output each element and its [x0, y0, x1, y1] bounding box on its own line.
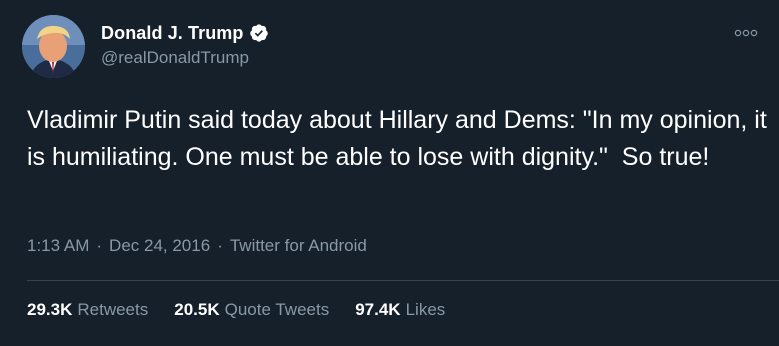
quote-tweets-label: Quote Tweets	[224, 300, 330, 319]
display-name[interactable]: Donald J. Trump	[101, 23, 244, 44]
tweet-source[interactable]: Twitter for Android	[230, 236, 367, 256]
likes-stat[interactable]: 97.4K Likes	[355, 300, 445, 320]
tweet-text: Vladimir Putin said today about Hillary …	[27, 106, 774, 171]
tweet-card: Donald J. Trump @realDonaldTrump Vladimi…	[0, 0, 779, 346]
meta-separator: ·	[96, 236, 103, 255]
divider	[27, 280, 779, 281]
name-row: Donald J. Trump	[101, 22, 269, 44]
tweet-meta: 1:13 AM · Dec 24, 2016 · Twitter for And…	[27, 236, 367, 256]
avatar-image	[22, 15, 85, 78]
quote-tweets-count: 20.5K	[174, 300, 220, 319]
tweet-time[interactable]: 1:13 AM	[27, 236, 89, 256]
tweet-stats: 29.3K Retweets 20.5K Quote Tweets 97.4K …	[27, 300, 471, 320]
avatar[interactable]	[22, 15, 85, 78]
verified-badge-icon	[249, 23, 269, 43]
tweet-date[interactable]: Dec 24, 2016	[109, 236, 210, 256]
quote-tweets-stat[interactable]: 20.5K Quote Tweets	[174, 300, 329, 320]
meta-separator: ·	[217, 236, 223, 255]
likes-label: Likes	[405, 300, 446, 319]
retweets-count: 29.3K	[27, 300, 73, 319]
more-options-icon[interactable]	[734, 26, 758, 38]
retweets-stat[interactable]: 29.3K Retweets	[27, 300, 148, 320]
likes-count: 97.4K	[355, 300, 401, 319]
retweets-label: Retweets	[77, 300, 149, 319]
user-handle[interactable]: @realDonaldTrump	[101, 48, 249, 68]
